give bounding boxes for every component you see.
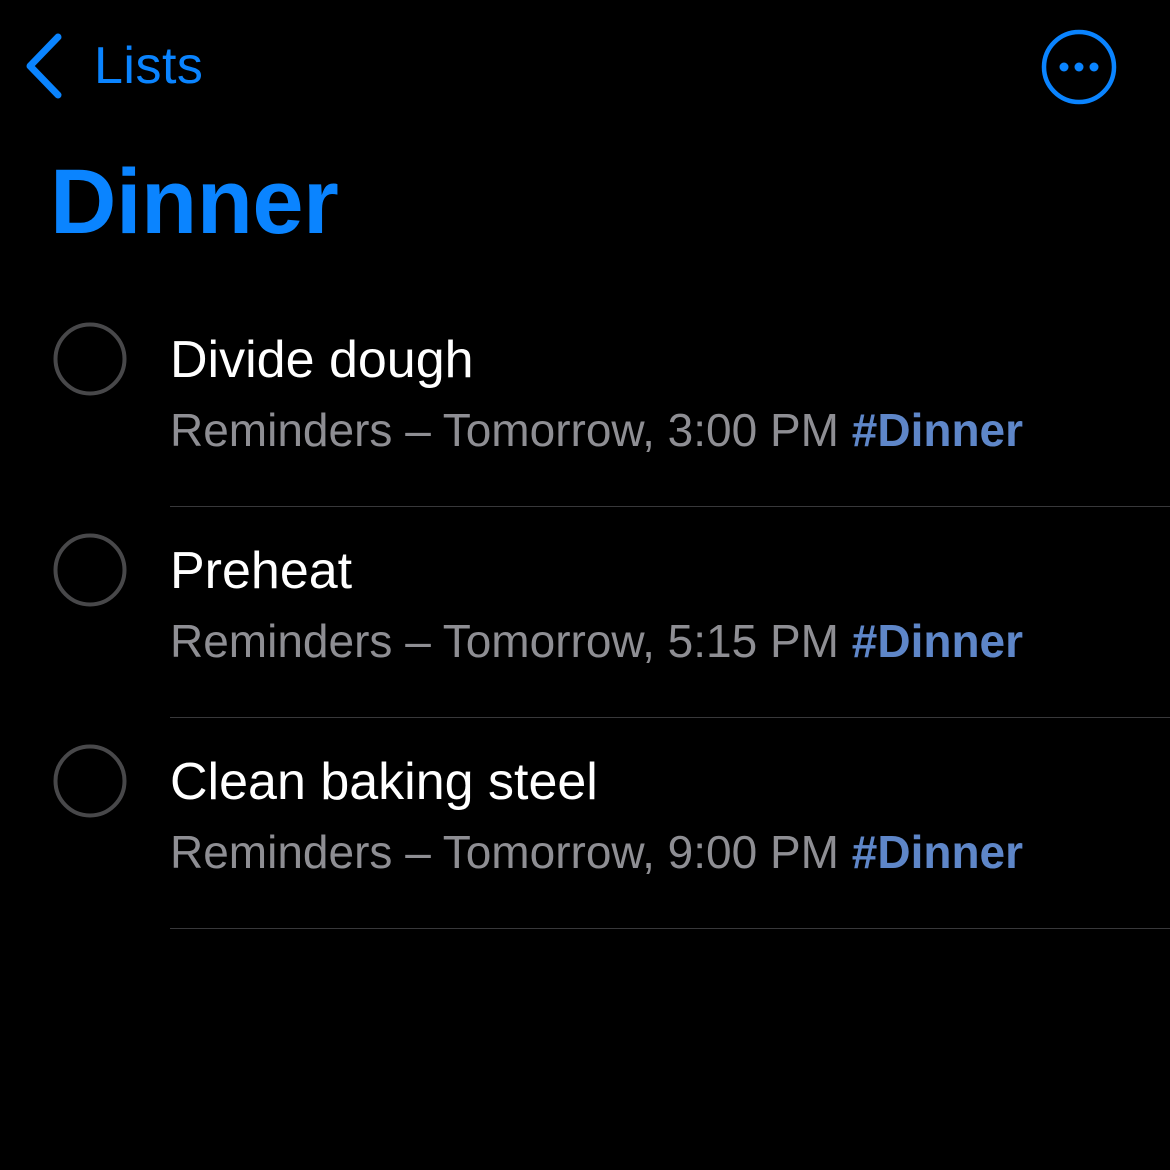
reminder-title[interactable]: Divide dough: [170, 328, 1170, 392]
complete-reminder-toggle[interactable]: [53, 533, 127, 607]
reminder-list: Divide dough Reminders – Tomorrow, 3:00 …: [0, 296, 1170, 929]
empty-circle-icon: [53, 533, 127, 607]
reminder-text: Preheat Reminders – Tomorrow, 5:15 PM #D…: [170, 539, 1170, 669]
reminder-meta: Reminders – Tomorrow, 3:00 PM: [170, 404, 839, 456]
reminder-tag[interactable]: #Dinner: [852, 404, 1023, 456]
empty-circle-icon: [53, 322, 127, 396]
page-title: Dinner: [50, 151, 339, 253]
complete-reminder-toggle[interactable]: [53, 744, 127, 818]
reminder-details: Reminders – Tomorrow, 5:15 PM #Dinner: [170, 613, 1170, 669]
reminder-row[interactable]: Clean baking steel Reminders – Tomorrow,…: [0, 718, 1170, 929]
reminder-row[interactable]: Divide dough Reminders – Tomorrow, 3:00 …: [0, 296, 1170, 507]
reminder-details: Reminders – Tomorrow, 3:00 PM #Dinner: [170, 402, 1170, 458]
back-button[interactable]: Lists: [22, 26, 203, 106]
reminder-meta: Reminders – Tomorrow, 9:00 PM: [170, 826, 839, 878]
chevron-left-icon: [26, 33, 62, 99]
more-options-button[interactable]: [1040, 28, 1118, 106]
back-button-label: Lists: [94, 37, 204, 95]
reminder-meta: Reminders – Tomorrow, 5:15 PM: [170, 615, 839, 667]
complete-reminder-toggle[interactable]: [53, 322, 127, 396]
empty-circle-icon: [53, 744, 127, 818]
reminder-text: Divide dough Reminders – Tomorrow, 3:00 …: [170, 328, 1170, 458]
row-divider: [170, 928, 1170, 929]
reminder-title[interactable]: Clean baking steel: [170, 750, 1170, 814]
reminder-text: Clean baking steel Reminders – Tomorrow,…: [170, 750, 1170, 880]
reminder-details: Reminders – Tomorrow, 9:00 PM #Dinner: [170, 824, 1170, 880]
reminder-row[interactable]: Preheat Reminders – Tomorrow, 5:15 PM #D…: [0, 507, 1170, 718]
navigation-bar: Lists: [0, 0, 1170, 130]
reminder-title[interactable]: Preheat: [170, 539, 1170, 603]
reminder-tag[interactable]: #Dinner: [852, 826, 1023, 878]
ellipsis-circle-icon: [1041, 29, 1117, 105]
reminder-tag[interactable]: #Dinner: [852, 615, 1023, 667]
